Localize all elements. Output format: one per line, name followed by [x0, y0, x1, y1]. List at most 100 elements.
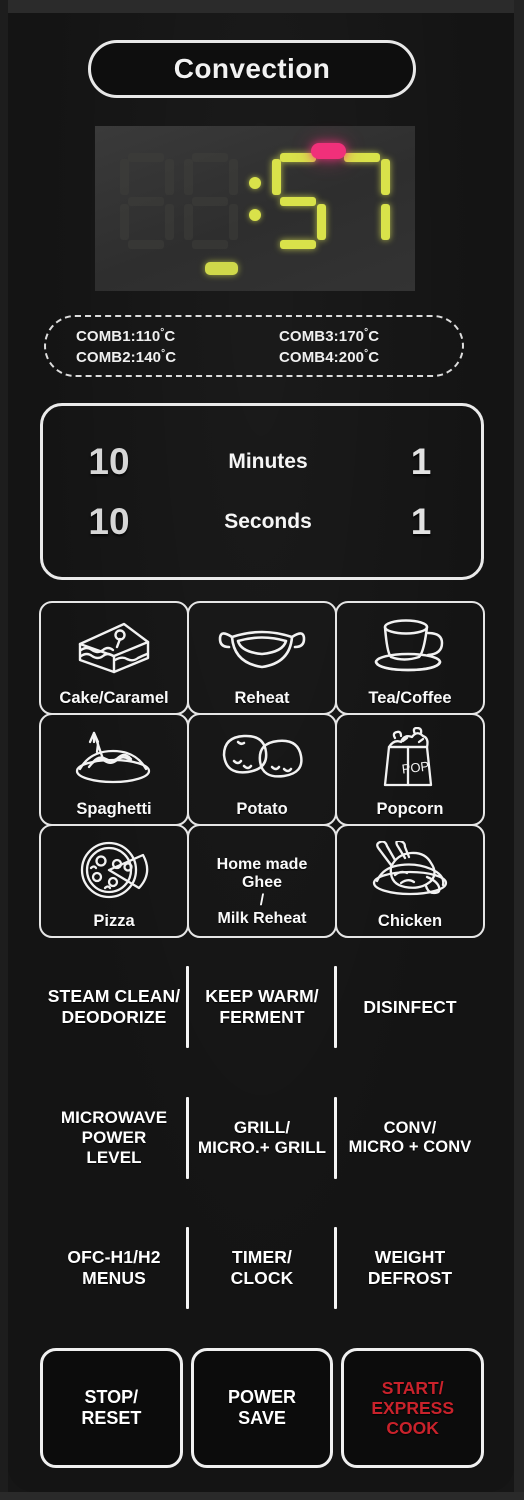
button-label: MICROWAVE POWER LEVEL	[61, 1108, 167, 1168]
panel-bezel-right	[514, 0, 524, 1500]
cake-slice-icon	[41, 603, 187, 690]
button-weight-defrost[interactable]: WEIGHT DEFROST	[336, 1213, 484, 1323]
menu-button-popcorn[interactable]: POP Popcorn	[335, 712, 485, 827]
power-save-button[interactable]: POWER SAVE	[190, 1348, 334, 1468]
button-label-line-2: MENUS	[82, 1268, 146, 1288]
minutes-row: 10 Minutes 1	[43, 432, 481, 492]
mode-indicator-icon	[205, 262, 238, 275]
menu-button-pizza[interactable]: Pizza	[39, 824, 189, 938]
button-label-line-2: EXPRESS	[371, 1397, 455, 1418]
button-label-line-2: CLOCK	[230, 1268, 294, 1288]
button-label: START/ EXPRESS COOK	[371, 1378, 454, 1439]
led-digit-3	[270, 153, 328, 249]
button-label: STEAM CLEAN/ DEODORIZE	[48, 986, 180, 1027]
convection-header: Convection	[88, 40, 416, 98]
button-label-line-1: KEEP WARM/	[205, 986, 319, 1007]
button-label-line-1: OFC-H1/H2	[67, 1247, 161, 1268]
spaghetti-plate-icon	[41, 715, 187, 802]
led-display	[95, 126, 415, 291]
function-row-1: STEAM CLEAN/ DEODORIZE KEEP WARM/ FERMEN…	[40, 952, 484, 1062]
menu-label: Spaghetti	[76, 800, 152, 819]
button-label: TIMER/ CLOCK	[231, 1247, 294, 1288]
cooking-indicator-icon	[311, 143, 346, 159]
panel-bezel-top	[0, 0, 524, 13]
button-timer-clock[interactable]: TIMER/ CLOCK	[188, 1213, 336, 1323]
panel-bezel-bottom	[0, 1492, 524, 1500]
button-label-line-1: CONV/	[383, 1118, 437, 1137]
button-label-line-2: MICRO.+ GRILL	[197, 1138, 327, 1157]
function-row-3: OFC-H1/H2 MENUS TIMER/ CLOCK WEIGHT DEFR…	[40, 1213, 484, 1323]
button-label: KEEP WARM/ FERMENT	[205, 986, 318, 1027]
button-label: POWER SAVE	[228, 1387, 296, 1429]
start-express-cook-button[interactable]: START/ EXPRESS COOK	[341, 1348, 485, 1468]
button-label-line-3: COOK	[386, 1418, 439, 1439]
menu-button-ghee-milk-reheat[interactable]: Home made Ghee / Milk Reheat	[187, 824, 337, 938]
minutes-one-button[interactable]: 1	[361, 441, 481, 483]
menu-button-potato[interactable]: Potato	[187, 712, 337, 827]
menu-button-tea-coffee[interactable]: Tea/Coffee	[335, 601, 485, 715]
button-label: OFC-H1/H2 MENUS	[67, 1247, 160, 1288]
seconds-row: 10 Seconds 1	[43, 492, 481, 552]
menu-label: Reheat	[234, 688, 290, 707]
button-label-line-1: STEAM CLEAN/	[47, 986, 181, 1007]
button-label: CONV/ MICRO + CONV	[349, 1119, 472, 1158]
roast-chicken-icon	[337, 826, 483, 913]
button-label-line-2: DEFROST	[367, 1268, 453, 1288]
button-label-line-1: STOP/	[84, 1387, 139, 1408]
menu-label: Chicken	[377, 911, 443, 930]
primary-button-row: STOP/ RESET POWER SAVE START/ EXPRESS CO…	[40, 1348, 485, 1468]
menu-button-cake-caramel[interactable]: Cake/Caramel	[39, 601, 189, 715]
stop-reset-button[interactable]: STOP/ RESET	[40, 1348, 183, 1468]
convection-label: Convection	[173, 53, 331, 84]
button-label-line-3: LEVEL	[86, 1148, 142, 1168]
minutes-label: Minutes	[228, 449, 308, 473]
button-label-line-1: GRILL/	[233, 1117, 291, 1137]
menu-label: Cake/Caramel	[59, 688, 169, 707]
menu-button-chicken[interactable]: Chicken	[335, 824, 485, 938]
microwave-control-panel: Convection COMB1:110°C COMB2:140°C COMB3…	[0, 0, 524, 1500]
coffee-cup-icon	[337, 603, 483, 690]
button-label: WEIGHT DEFROST	[368, 1247, 452, 1288]
button-label-line-2: SAVE	[238, 1408, 286, 1428]
led-digit-1	[118, 153, 176, 249]
menu-label: Home made Ghee / Milk Reheat	[217, 856, 308, 930]
seconds-label: Seconds	[224, 509, 312, 533]
comb3-label: COMB3:170°C	[279, 326, 380, 345]
button-label: STOP/ RESET	[81, 1387, 141, 1429]
button-label-line-1: DISINFECT	[363, 996, 457, 1017]
svg-text:POP: POP	[401, 758, 430, 776]
menu-label-line-4: Milk Reheat	[217, 910, 307, 928]
menu-label: Popcorn	[376, 800, 444, 819]
button-conv-micro-conv[interactable]: CONV/ MICRO + CONV	[336, 1083, 484, 1193]
menu-label: Pizza	[93, 911, 135, 930]
led-digit-2	[182, 153, 240, 249]
menu-button-reheat[interactable]: Reheat	[187, 601, 337, 715]
seconds-one-button[interactable]: 1	[361, 501, 481, 543]
button-steam-clean-deodorize[interactable]: STEAM CLEAN/ DEODORIZE	[40, 952, 188, 1062]
led-digit-4	[334, 153, 392, 249]
menu-label-line-3: /	[259, 892, 265, 910]
button-microwave-power-level[interactable]: MICROWAVE POWER LEVEL	[40, 1083, 188, 1193]
minutes-ten-button[interactable]: 10	[43, 441, 175, 483]
pizza-icon	[41, 826, 187, 913]
button-ofc-menus[interactable]: OFC-H1/H2 MENUS	[40, 1213, 188, 1323]
button-label-line-2: RESET	[81, 1408, 142, 1428]
button-label-line-1: POWER	[228, 1387, 297, 1408]
panel-bezel-left	[0, 0, 8, 1500]
button-label-line-1: START/	[381, 1377, 444, 1398]
time-entry-pad: 10 Minutes 1 10 Seconds 1	[40, 403, 484, 580]
button-label-line-2: DEODORIZE	[61, 1007, 167, 1027]
bowl-icon	[189, 603, 335, 690]
comb1-label: COMB1:110°C	[76, 326, 176, 345]
button-keep-warm-ferment[interactable]: KEEP WARM/ FERMENT	[188, 952, 336, 1062]
button-label: GRILL/ MICRO.+ GRILL	[198, 1118, 326, 1158]
menu-button-spaghetti[interactable]: Spaghetti	[39, 712, 189, 827]
seconds-ten-button[interactable]: 10	[43, 501, 175, 543]
led-digits	[95, 148, 415, 254]
button-grill-micro-grill[interactable]: GRILL/ MICRO.+ GRILL	[188, 1083, 336, 1193]
button-disinfect[interactable]: DISINFECT	[336, 952, 484, 1062]
button-label-line-2: FERMENT	[219, 1007, 305, 1027]
button-label: DISINFECT	[363, 997, 456, 1018]
button-label-line-1: MICROWAVE	[60, 1107, 168, 1127]
auto-menu-grid: Cake/Caramel Reheat Tea/Coffee Spaghetti…	[39, 601, 485, 938]
